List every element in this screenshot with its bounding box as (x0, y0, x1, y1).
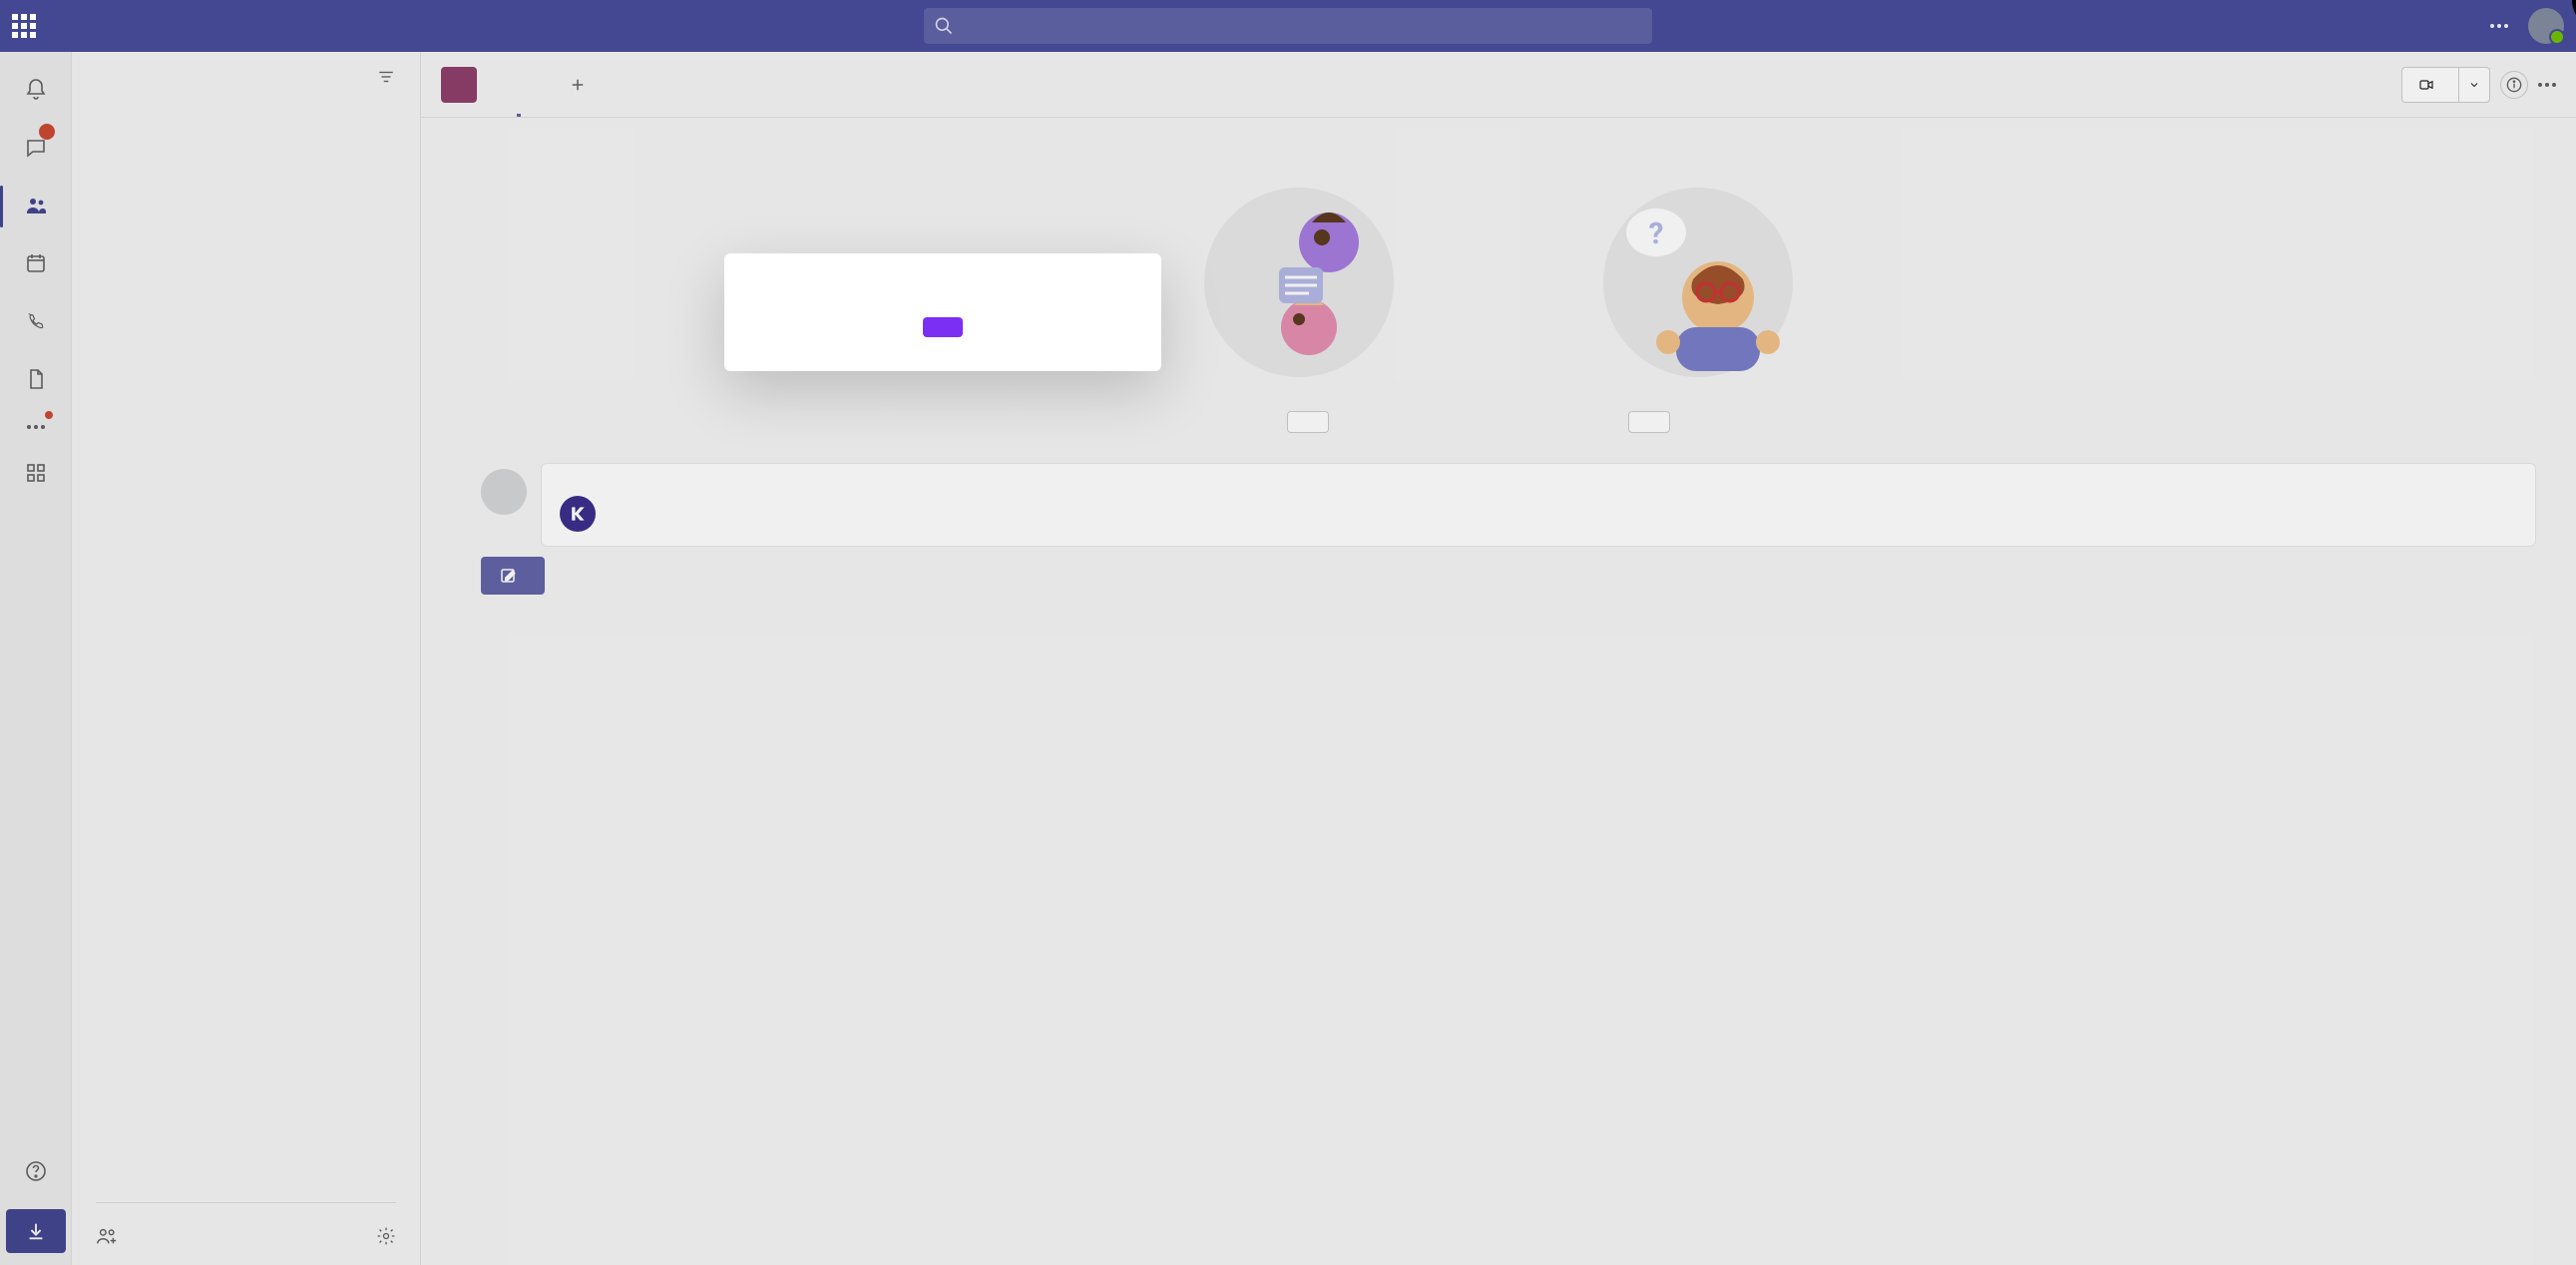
more-icon[interactable] (2490, 24, 2508, 28)
search-input[interactable] (924, 8, 1652, 44)
app-launcher-icon[interactable] (12, 14, 36, 38)
klue-welcome-modal (724, 253, 1161, 371)
start-button[interactable] (923, 317, 963, 337)
search-icon (934, 16, 954, 36)
search-wrap (924, 8, 1652, 44)
top-bar (0, 0, 2576, 52)
modal-scrim (0, 52, 2576, 1265)
close-icon[interactable] (2572, 0, 2576, 30)
user-avatar[interactable] (2528, 8, 2564, 44)
